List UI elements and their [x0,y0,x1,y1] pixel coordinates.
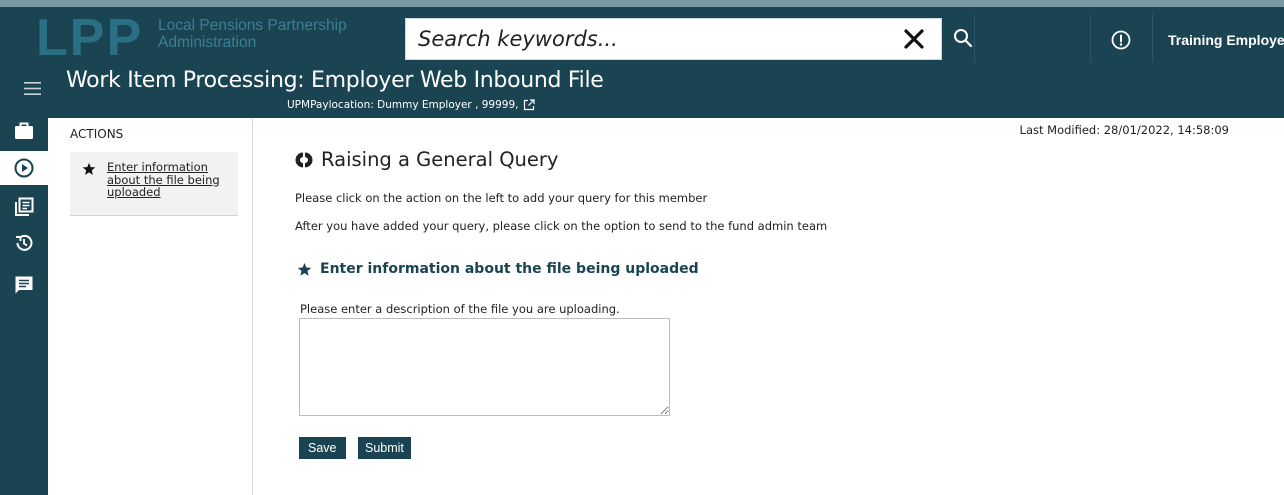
section-title-text: Raising a General Query [321,148,559,171]
history-icon [16,234,33,251]
nav-item-briefcase[interactable] [0,114,48,148]
main-content: Last Modified: 28/01/2022, 14:58:09 Rais… [254,118,1284,495]
search-box [405,18,942,60]
logo-line-2: Administration [158,34,257,51]
logo-line-1: Local Pensions Partnership [158,17,347,34]
paylocation-text: UPMPaylocation: Dummy Employer , 99999, [287,99,519,111]
page-subtitle: UPMPaylocation: Dummy Employer , 99999, [287,99,536,111]
form-heading: Enter information about the file being u… [297,261,699,277]
actions-heading: ACTIONS [70,127,124,141]
nav-item-documents[interactable] [0,190,48,224]
header-divider [1152,14,1153,69]
hamburger-menu-icon[interactable] [24,82,41,95]
left-nav [0,118,48,495]
nav-item-work-items[interactable] [0,151,48,185]
instruction-text-1: Please click on the action on the left t… [295,191,708,205]
logo-text: Local Pensions Partnership Administratio… [158,17,347,51]
top-header: LPP Local Pensions Partnership Administr… [0,0,1284,69]
description-textarea[interactable] [299,318,670,416]
search-input[interactable] [406,19,886,59]
action-item[interactable]: Enter information about the file being u… [70,152,238,216]
page-title: Work Item Processing: Employer Web Inbou… [66,68,604,93]
description-label: Please enter a description of the file y… [300,302,620,316]
title-bar: Work Item Processing: Employer Web Inbou… [0,62,1284,118]
user-menu[interactable]: Training Employer [1168,32,1284,48]
star-icon [297,262,312,276]
logo[interactable]: LPP [36,12,143,64]
alert-circle-icon[interactable] [1110,29,1132,51]
form-heading-text: Enter information about the file being u… [320,261,699,277]
nav-item-messages[interactable] [0,268,48,302]
save-button[interactable]: Save [299,437,346,459]
last-modified: Last Modified: 28/01/2022, 14:58:09 [1019,123,1229,137]
briefcase-icon [15,122,33,139]
close-icon[interactable] [901,26,927,52]
search-icon[interactable] [952,27,974,49]
message-icon [15,276,33,294]
external-link-icon[interactable] [523,99,536,111]
star-icon [82,162,96,175]
header-divider [1090,14,1091,69]
action-link-enter-file-info[interactable]: Enter information about the file being u… [107,161,232,199]
nav-item-history[interactable] [0,226,48,260]
play-circle-icon [14,158,34,178]
query-icon [295,152,313,167]
header-divider [974,14,975,69]
documents-icon [15,197,34,216]
submit-button[interactable]: Submit [358,437,411,459]
instruction-text-2: After you have added your query, please … [295,219,828,233]
actions-panel: ACTIONS Enter information about the file… [48,118,253,495]
section-title: Raising a General Query [295,148,558,171]
